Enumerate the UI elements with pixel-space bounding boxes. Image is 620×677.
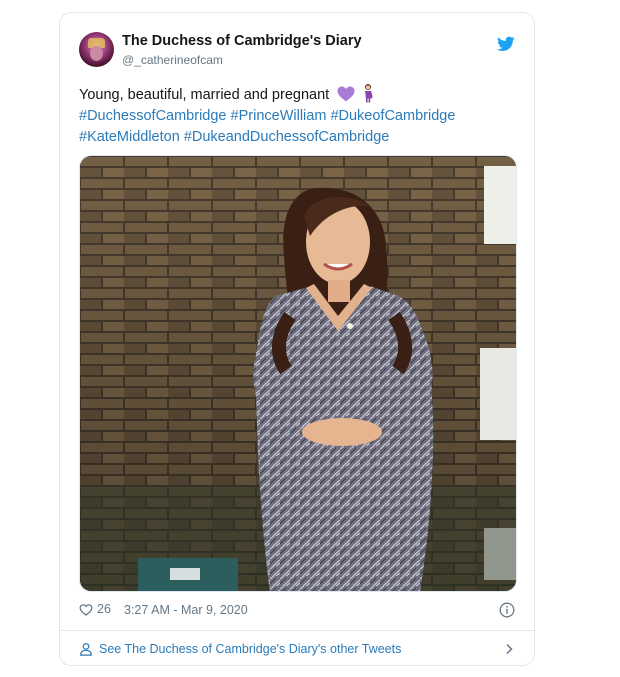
info-icon[interactable] [499, 602, 515, 618]
tweet-text-line-1: Young, beautiful, married and pregnant [79, 83, 519, 106]
pregnant-woman-icon [365, 84, 373, 103]
tweet-header: The Duchess of Cambridge's Diary @_cathe… [79, 32, 515, 68]
tweet-timestamp[interactable]: 3:27 AM - Mar 9, 2020 [124, 603, 248, 617]
hashtag-link[interactable]: #DukeofCambridge [330, 108, 455, 124]
avatar[interactable] [79, 32, 114, 67]
hashtag-link[interactable]: #DukeandDuchessofCambridge [184, 129, 390, 145]
hashtag-link[interactable]: #KateMiddleton [79, 129, 180, 145]
tweet-body-text: Young, beautiful, married and pregnant [79, 87, 330, 103]
tweet-text-line-3: #KateMiddleton #DukeandDuchessofCambridg… [79, 127, 519, 148]
embedded-tweet-card: The Duchess of Cambridge's Diary @_cathe… [59, 12, 535, 666]
avatar-face [90, 46, 103, 61]
hashtag-link[interactable]: #DuchessofCambridge [79, 108, 227, 124]
heart-icon [79, 603, 93, 616]
tweet-text-line-2: #DuchessofCambridge #PrinceWilliam #Duke… [79, 106, 519, 127]
purple-heart-icon [337, 86, 355, 102]
person-icon [80, 642, 92, 656]
see-other-tweets-link[interactable]: See The Duchess of Cambridge's Diary's o… [79, 640, 515, 660]
photo-image [80, 156, 516, 591]
tweet-text: Young, beautiful, married and pregnant #… [79, 83, 519, 148]
tweet-footer: 26 3:27 AM - Mar 9, 2020 [79, 602, 515, 620]
like-count: 26 [97, 602, 111, 616]
twitter-bird-icon[interactable] [497, 36, 515, 52]
hashtag-link[interactable]: #PrinceWilliam [231, 108, 327, 124]
chevron-right-icon [506, 643, 513, 655]
author-name[interactable]: The Duchess of Cambridge's Diary [122, 33, 362, 49]
see-other-tweets-label: See The Duchess of Cambridge's Diary's o… [99, 642, 402, 656]
author-handle[interactable]: @_catherineofcam [122, 53, 223, 67]
tweet-photo[interactable] [79, 155, 517, 592]
footer-divider [60, 630, 534, 631]
like-button[interactable]: 26 [79, 602, 111, 616]
